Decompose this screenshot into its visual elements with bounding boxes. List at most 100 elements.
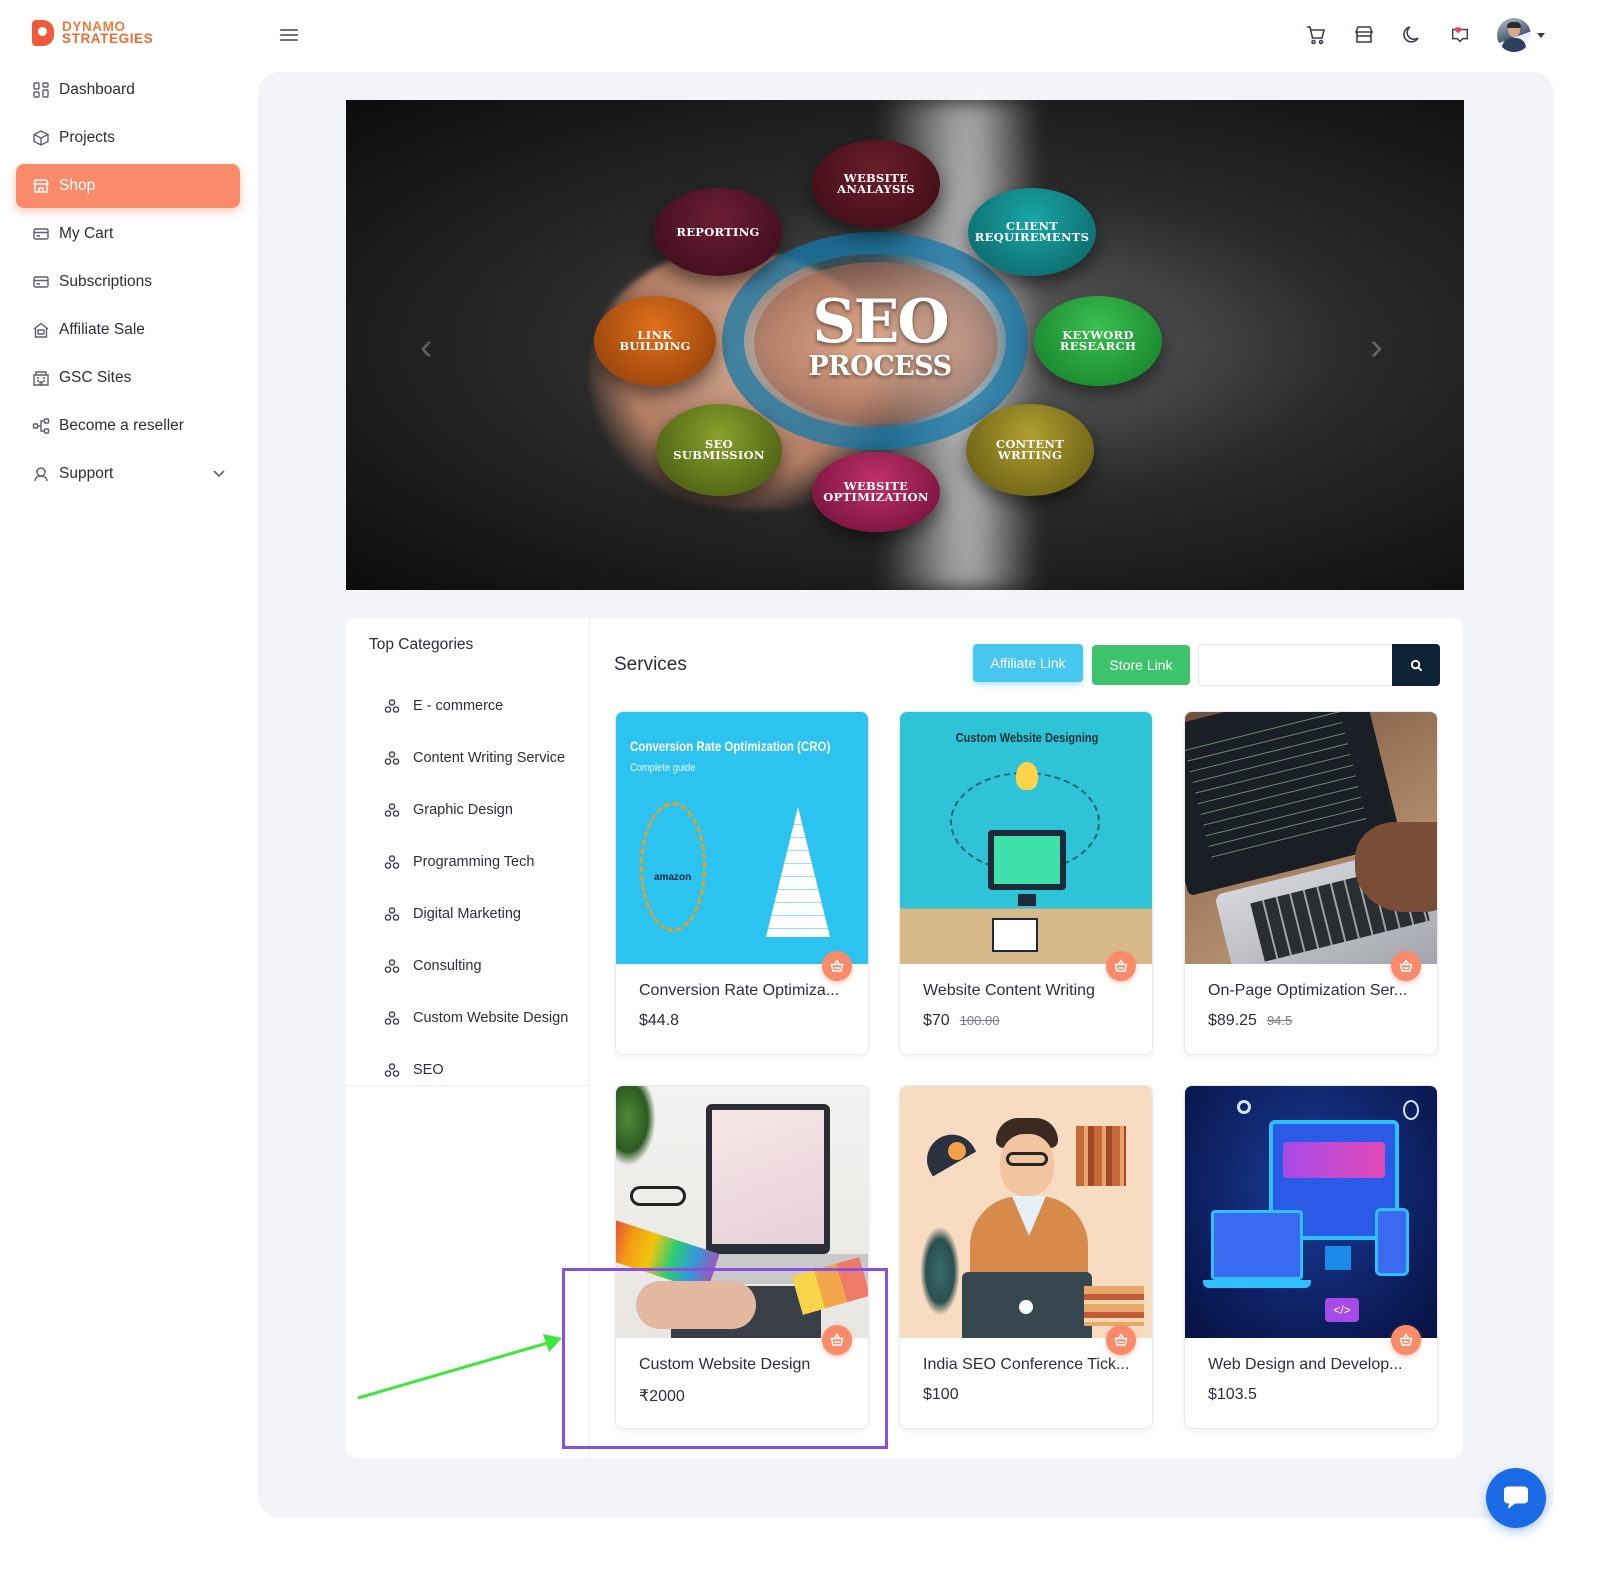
search-input[interactable] [1198, 644, 1394, 686]
sidebar-item-dashboard[interactable]: Dashboard [16, 68, 240, 112]
product-price: ₹2000 [639, 1386, 685, 1406]
category-icon [384, 803, 400, 817]
image-hand-shape [636, 1281, 756, 1329]
category-item-graphic-design[interactable]: Graphic Design [384, 784, 568, 836]
category-label: Programming Tech [413, 854, 535, 870]
image-laptop-shape [962, 1272, 1092, 1338]
category-icon [384, 699, 400, 713]
category-icon [384, 1011, 400, 1025]
building-icon [32, 369, 50, 387]
category-label: Custom Website Design [413, 1010, 569, 1026]
category-icon [384, 751, 400, 765]
house-money-icon [32, 321, 50, 339]
category-item-content-writing[interactable]: Content Writing Service [384, 732, 568, 784]
services-title: Services [614, 654, 687, 675]
search-button[interactable] [1392, 644, 1440, 686]
sidebar-nav: Dashboard Projects Shop My Cart Subscrip… [16, 68, 240, 500]
carousel-prev-arrow[interactable]: ‹ [420, 326, 433, 369]
product-card[interactable]: India SEO Conference Tick... $100 [899, 1085, 1153, 1429]
avatar[interactable] [1497, 18, 1531, 52]
category-label: E - commerce [413, 698, 504, 714]
topbar-actions [1305, 18, 1545, 52]
store-link-button[interactable]: Store Link [1092, 645, 1190, 685]
add-to-cart-button[interactable] [1391, 1325, 1421, 1355]
image-bulb-shape [1016, 762, 1038, 790]
card-icon [32, 273, 50, 291]
sidebar-item-label: Projects [59, 129, 115, 146]
sidebar-item-projects[interactable]: Projects [16, 116, 240, 160]
affiliate-link-button[interactable]: Affiliate Link [973, 644, 1083, 682]
category-icon [384, 1063, 400, 1077]
product-name[interactable]: India SEO Conference Tick... [923, 1356, 1137, 1374]
brand-logo[interactable]: DYNAMO STRATEGIES [32, 20, 153, 46]
categories-list: E - commerce Content Writing Service Gra… [384, 680, 568, 1096]
chat-widget-button[interactable] [1486, 1468, 1546, 1528]
sidebar-item-my-cart[interactable]: My Cart [16, 212, 240, 256]
current-price: $100 [923, 1386, 959, 1403]
sidebar-item-affiliate-sale[interactable]: Affiliate Sale [16, 308, 240, 352]
category-item-consulting[interactable]: Consulting [384, 940, 568, 992]
sidebar-item-subscriptions[interactable]: Subscriptions [16, 260, 240, 304]
product-name[interactable]: Website Content Writing [923, 982, 1137, 1000]
image-shelf-shape [1076, 1126, 1126, 1186]
cart-icon[interactable] [1305, 24, 1327, 46]
sidebar-item-support[interactable]: Support [16, 452, 240, 496]
basket-icon [1399, 1333, 1413, 1346]
add-to-cart-button[interactable] [1106, 951, 1136, 981]
category-item-programming-tech[interactable]: Programming Tech [384, 836, 568, 888]
image-ring-shape [640, 802, 706, 932]
image-plant-shape [616, 1086, 656, 1166]
carousel-next-arrow[interactable]: › [1370, 326, 1383, 369]
image-subcaption: Complete guide [630, 762, 696, 774]
product-card[interactable]: On-Page Optimization Ser... $89.25 94.5 [1184, 711, 1438, 1055]
cro-guide-image: Conversion Rate Optimization (CRO) Compl… [616, 712, 868, 964]
category-item-ecommerce[interactable]: E - commerce [384, 680, 568, 732]
image-lamp-shape [917, 1125, 977, 1177]
product-name[interactable]: Web Design and Develop... [1208, 1356, 1422, 1374]
app-root: DYNAMO STRATEGIES Dashboard Projects Sho… [0, 0, 1600, 1580]
hamburger-icon[interactable] [280, 26, 298, 42]
product-price: $44.8 [639, 1012, 679, 1030]
notification-heart-icon[interactable] [1449, 24, 1471, 46]
add-to-cart-button[interactable] [822, 1325, 852, 1355]
caret-down-icon[interactable] [1537, 32, 1545, 38]
user-menu[interactable] [1497, 18, 1545, 52]
sidebar-item-label: Subscriptions [59, 273, 153, 290]
search-icon [1410, 659, 1422, 671]
image-pyramid-lines [766, 812, 830, 937]
product-card[interactable]: </> Web Design and Develop... $103.5 [1184, 1085, 1438, 1429]
category-icon [384, 855, 400, 869]
store-icon[interactable] [1353, 24, 1375, 46]
moon-icon[interactable] [1401, 24, 1423, 46]
image-laptop-shape [706, 1104, 830, 1254]
category-label: Digital Marketing [413, 906, 521, 922]
product-name[interactable]: Conversion Rate Optimiza... [639, 982, 853, 1000]
image-plant-shape [920, 1226, 960, 1316]
category-label: Content Writing Service [413, 750, 566, 766]
current-price: $89.25 [1208, 1012, 1257, 1029]
category-item-custom-website-design[interactable]: Custom Website Design [384, 992, 568, 1044]
product-card[interactable]: Custom Website Design ₹2000 [615, 1085, 869, 1429]
category-icon [384, 907, 400, 921]
current-price: ₹2000 [639, 1388, 685, 1405]
product-card[interactable]: Custom Website Designing Website Content… [899, 711, 1153, 1055]
sidebar-item-gsc-sites[interactable]: GSC Sites [16, 356, 240, 400]
image-keyboard-shape [992, 918, 1038, 952]
basket-icon [1114, 959, 1128, 972]
chevron-down-icon[interactable] [212, 466, 226, 485]
product-card[interactable]: Conversion Rate Optimization (CRO) Compl… [615, 711, 869, 1055]
product-name[interactable]: Custom Website Design [639, 1356, 853, 1374]
add-to-cart-button[interactable] [1391, 951, 1421, 981]
sidebar-item-become-reseller[interactable]: Become a reseller [16, 404, 240, 448]
sidebar-item-shop[interactable]: Shop [16, 164, 240, 208]
network-icon [32, 417, 50, 435]
add-to-cart-button[interactable] [822, 951, 852, 981]
product-price: $70 100.00 [923, 1012, 999, 1030]
categories-title: Top Categories [369, 636, 474, 653]
image-laptop-base [1203, 1280, 1311, 1288]
custom-website-designing-image: Custom Website Designing [900, 712, 1152, 964]
add-to-cart-button[interactable] [1106, 1325, 1136, 1355]
product-name[interactable]: On-Page Optimization Ser... [1208, 982, 1422, 1000]
image-glasses-shape [1006, 1152, 1048, 1166]
category-item-digital-marketing[interactable]: Digital Marketing [384, 888, 568, 940]
